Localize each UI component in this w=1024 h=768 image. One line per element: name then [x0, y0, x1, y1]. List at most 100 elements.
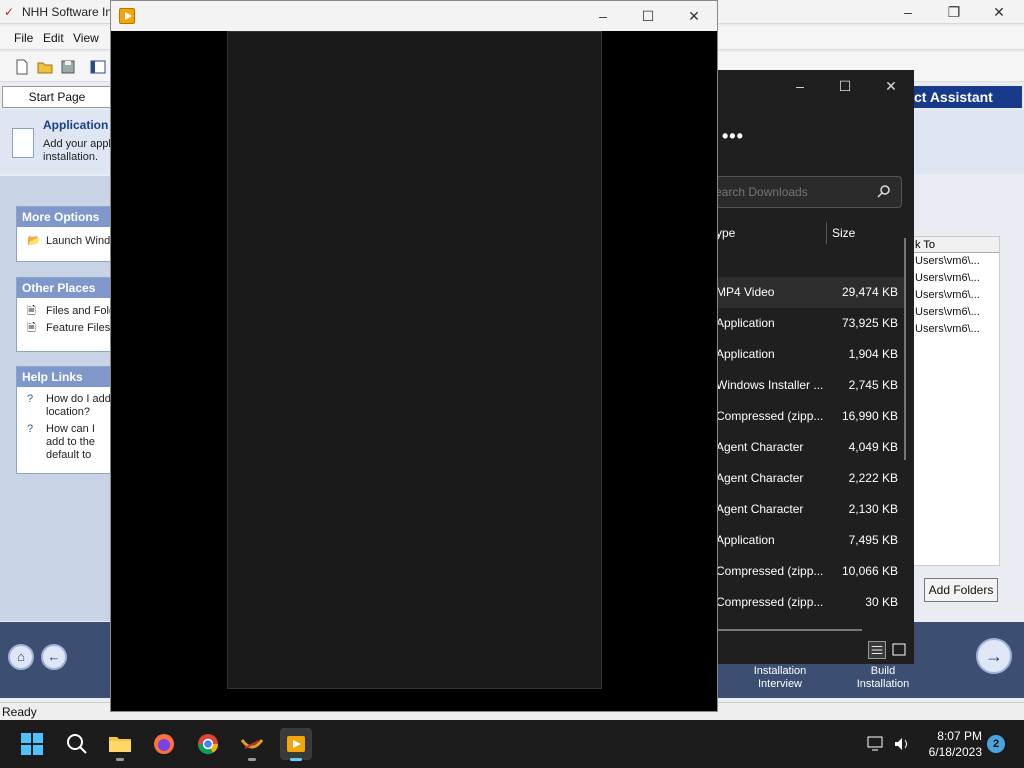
- media-player-window: – ☐ ✕: [110, 0, 718, 712]
- page-description: Add your appl installation.: [43, 138, 111, 163]
- taskbar-agent-app[interactable]: [236, 728, 268, 761]
- list-item[interactable]: Users\vm6\...: [911, 253, 999, 270]
- file-size: 2,130 KB: [848, 502, 898, 516]
- list-item[interactable]: Users\vm6\...: [911, 304, 999, 321]
- file-type: Compressed (zipp...: [716, 595, 824, 609]
- installation-interview-label[interactable]: Installation Interview: [744, 665, 816, 691]
- vertical-scrollbar[interactable]: [904, 238, 906, 460]
- help-link-1[interactable]: ? How do I add location?: [17, 393, 111, 419]
- other-places-title: Other Places: [17, 278, 111, 298]
- more-options-title: More Options: [17, 207, 111, 227]
- list-column-header[interactable]: k To: [911, 237, 999, 253]
- notification-badge[interactable]: 2: [987, 735, 1005, 753]
- close-button[interactable]: ✕: [985, 2, 1013, 22]
- taskbar: [0, 720, 1024, 768]
- back-arrow-icon[interactable]: ←: [41, 644, 67, 670]
- file-icon: 🗎: [27, 305, 36, 317]
- file-row[interactable]: Compressed (zipp... 10,066 KB: [716, 556, 906, 587]
- list-item[interactable]: Users\vm6\...: [911, 287, 999, 304]
- list-item[interactable]: Users\vm6\...: [911, 270, 999, 287]
- new-file-icon[interactable]: [14, 59, 30, 75]
- file-row[interactable]: Agent Character 4,049 KB: [716, 432, 906, 463]
- installer-logo-icon: ✓: [4, 5, 15, 19]
- horizontal-scrollbar[interactable]: [716, 629, 862, 631]
- file-type: Agent Character: [716, 471, 804, 485]
- add-folders-button[interactable]: Add Folders: [924, 578, 998, 602]
- taskbar-search-button[interactable]: [60, 728, 92, 760]
- details-view-icon[interactable]: [868, 641, 886, 659]
- feature-files-link[interactable]: 🗎 Feature Files: [17, 322, 111, 335]
- build-installation-label[interactable]: Build Installation: [848, 665, 918, 691]
- video-frame[interactable]: [227, 31, 602, 689]
- network-icon[interactable]: [866, 734, 886, 754]
- taskbar-media-player[interactable]: [280, 728, 312, 761]
- home-icon[interactable]: ⌂: [8, 644, 34, 670]
- status-text: Ready: [2, 705, 37, 719]
- media-player-icon: [119, 8, 135, 24]
- file-row[interactable]: Application 73,925 KB: [716, 308, 906, 339]
- tab-start-page[interactable]: Start Page: [2, 86, 112, 108]
- volume-icon[interactable]: [892, 734, 912, 754]
- file-row[interactable]: Application 7,495 KB: [716, 525, 906, 556]
- file-size: 73,925 KB: [841, 316, 898, 330]
- save-icon[interactable]: [60, 59, 76, 75]
- media-player-icon: [287, 736, 305, 752]
- menu-view[interactable]: View: [73, 31, 99, 45]
- tiles-view-icon[interactable]: [890, 641, 908, 659]
- player-titlebar: – ☐ ✕: [111, 1, 717, 31]
- taskbar-firefox[interactable]: [148, 728, 180, 760]
- launch-windows-link[interactable]: 📂 Launch Windo: [17, 235, 111, 248]
- file-row[interactable]: Compressed (zipp... 16,990 KB: [716, 401, 906, 432]
- file-row[interactable]: Agent Character 2,222 KB: [716, 463, 906, 494]
- open-folder-icon[interactable]: [37, 59, 53, 75]
- player-close-button[interactable]: ✕: [680, 6, 708, 26]
- next-arrow-icon[interactable]: →: [976, 638, 1012, 674]
- help-icon: ?: [27, 423, 34, 435]
- minimize-button[interactable]: –: [894, 2, 922, 22]
- folder-icon: 📂: [27, 235, 41, 247]
- player-maximize-button[interactable]: ☐: [634, 6, 662, 26]
- other-places-panel: Other Places 🗎 Files and Fold 🗎 Feature …: [16, 277, 112, 352]
- file-row[interactable]: Windows Installer ... 2,745 KB: [716, 370, 906, 401]
- restore-button[interactable]: ❐: [940, 2, 968, 22]
- column-separator[interactable]: [826, 222, 827, 244]
- help-links-panel: Help Links ? How do I add location? ? Ho…: [16, 366, 112, 474]
- list-item[interactable]: Users\vm6\...: [911, 321, 999, 338]
- search-box[interactable]: [712, 176, 902, 208]
- downloads-explorer-window: – ☐ ✕ ••• ype Size MP4 Video 29,474 KB App…: [712, 70, 914, 664]
- taskbar-chrome[interactable]: [192, 728, 224, 760]
- clock-time[interactable]: 8:07 PM: [930, 729, 982, 743]
- explorer-minimize-button[interactable]: –: [786, 76, 814, 96]
- feature-icon: 🗎: [27, 322, 36, 334]
- taskbar-file-explorer[interactable]: [104, 728, 136, 761]
- explorer-maximize-button[interactable]: ☐: [831, 76, 859, 96]
- file-size: 16,990 KB: [841, 409, 898, 423]
- file-explorer-icon: [109, 737, 131, 752]
- search-input[interactable]: [715, 183, 865, 201]
- file-row[interactable]: MP4 Video 29,474 KB: [716, 277, 906, 308]
- clock-date[interactable]: 6/18/2023: [918, 745, 982, 759]
- file-size: 10,066 KB: [841, 564, 898, 578]
- search-icon[interactable]: [877, 184, 891, 198]
- file-row[interactable]: Agent Character 2,130 KB: [716, 494, 906, 525]
- column-headers: ype Size: [716, 220, 906, 248]
- start-button[interactable]: [16, 728, 48, 760]
- layout-icon[interactable]: [90, 59, 106, 75]
- shortcut-list: k To Users\vm6\... Users\vm6\... Users\v…: [910, 236, 1000, 566]
- file-row[interactable]: Application 1,904 KB: [716, 339, 906, 370]
- explorer-close-button[interactable]: ✕: [877, 76, 905, 96]
- file-size: 30 KB: [865, 595, 898, 609]
- player-minimize-button[interactable]: –: [589, 6, 617, 26]
- more-options-button[interactable]: •••: [722, 126, 744, 147]
- menu-file[interactable]: File: [14, 31, 33, 45]
- help-link-2[interactable]: ? How can I add to the default to me?: [17, 423, 111, 463]
- file-type: MP4 Video: [716, 285, 775, 299]
- file-row[interactable]: Compressed (zipp... 30 KB: [716, 587, 906, 618]
- column-size[interactable]: Size: [832, 226, 855, 240]
- column-type[interactable]: ype: [716, 226, 735, 240]
- files-and-folders-link[interactable]: 🗎 Files and Fold: [17, 305, 111, 318]
- firefox-icon: [154, 734, 174, 754]
- menu-edit[interactable]: Edit: [43, 31, 64, 45]
- file-list: MP4 Video 29,474 KB Application 73,925 KB Ap…: [716, 277, 906, 618]
- help-links-title: Help Links: [17, 367, 111, 387]
